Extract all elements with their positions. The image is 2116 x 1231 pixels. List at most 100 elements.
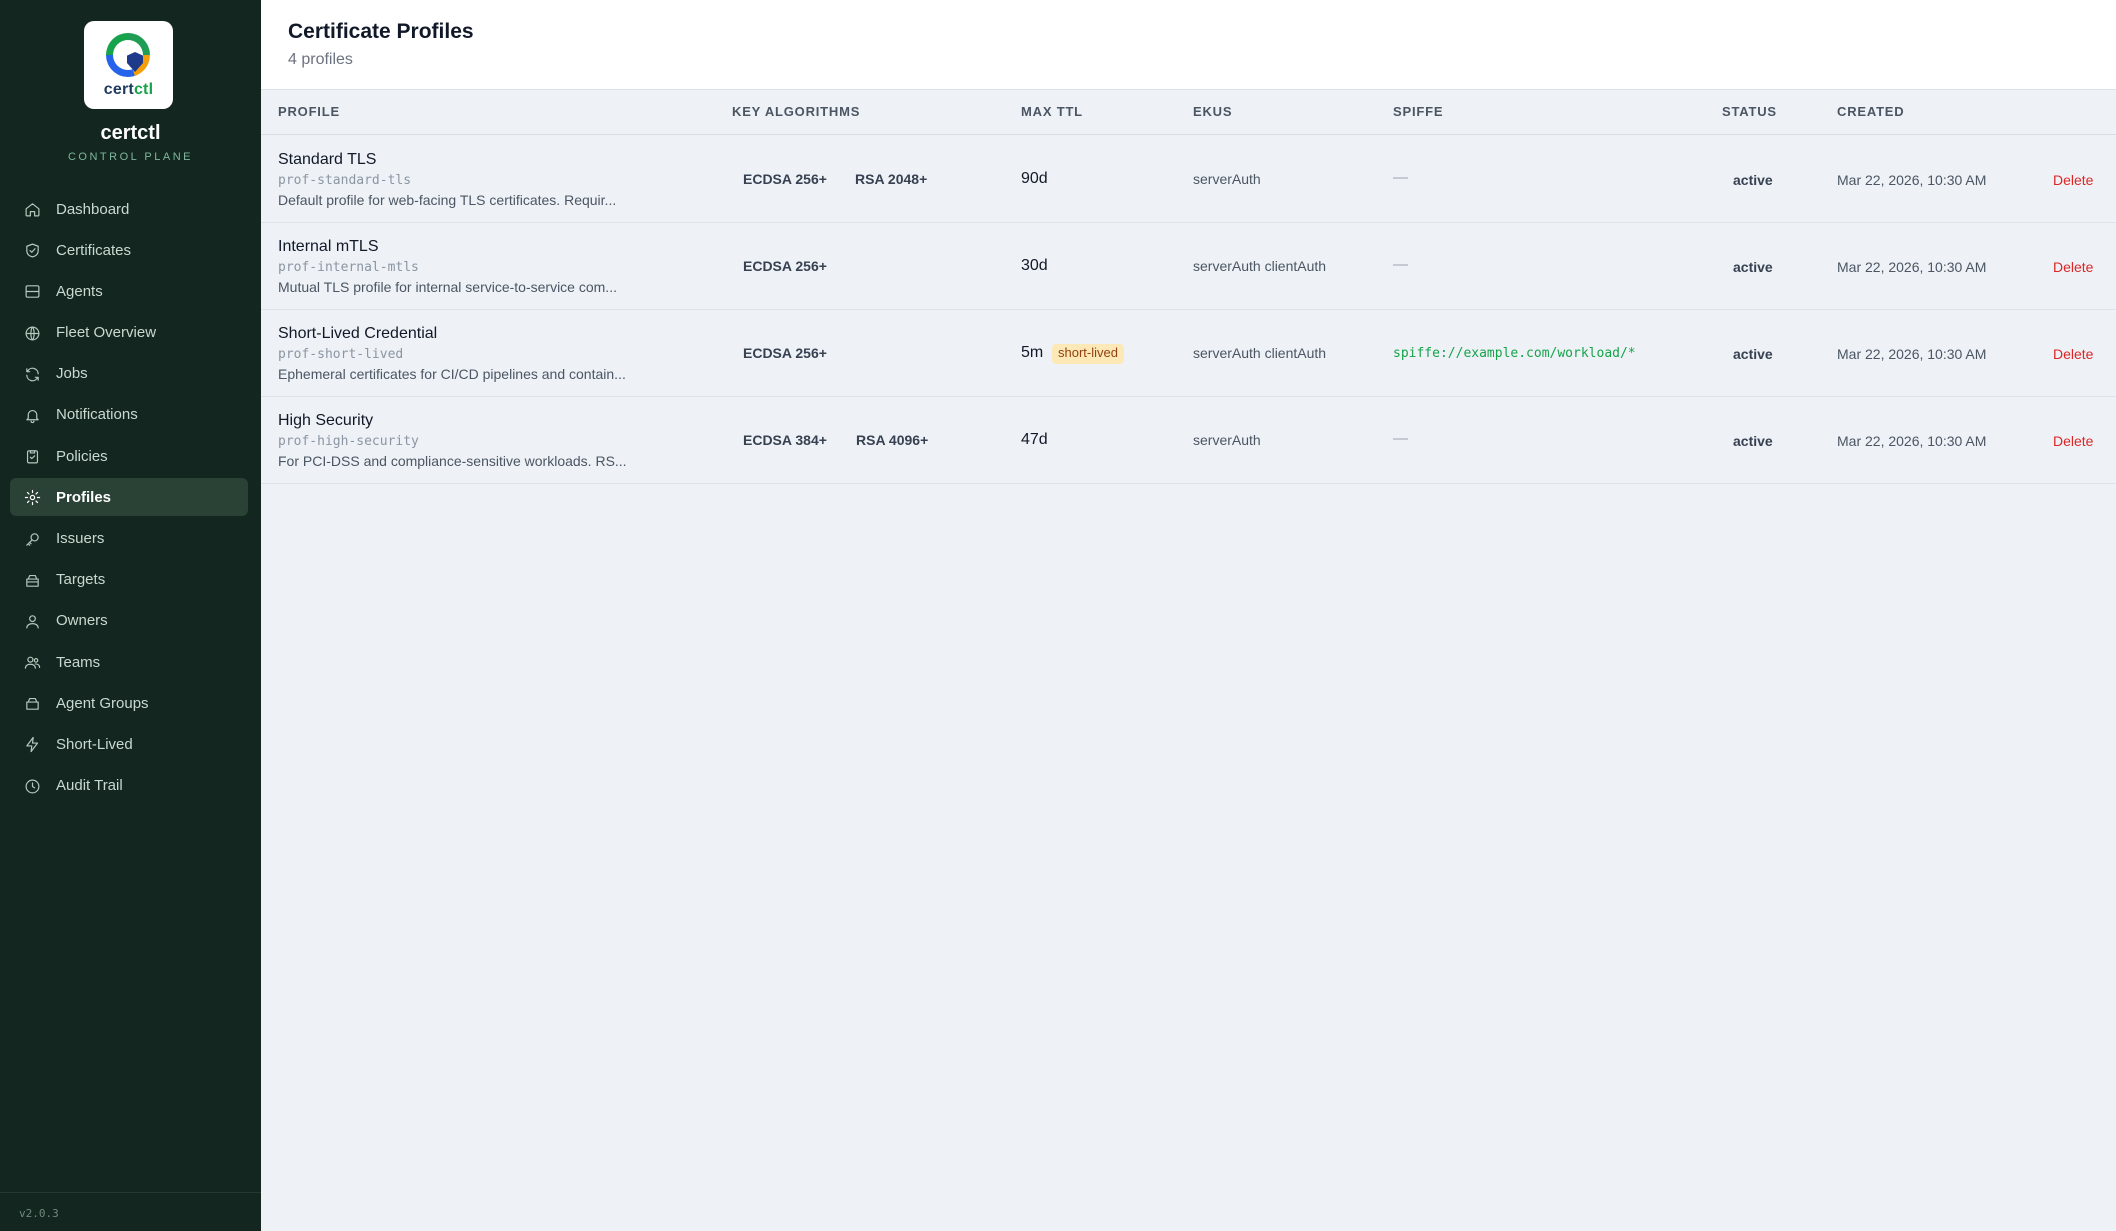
key-algorithm-tag: ECDSA 256+ <box>743 345 827 361</box>
profile-name[interactable]: Internal mTLS <box>278 238 378 256</box>
profile-description: For PCI-DSS and compliance-sensitive wor… <box>278 453 627 469</box>
column-header-created[interactable]: CREATED <box>1837 104 1904 119</box>
sidebar-item-jobs[interactable]: Jobs <box>10 355 248 393</box>
sidebar-item-label: Owners <box>56 612 108 630</box>
spiffe-id: spiffe://example.com/workload/* <box>1393 346 1636 361</box>
clock-icon <box>25 779 40 794</box>
shield-check-icon <box>26 243 39 258</box>
short-lived-badge: short-lived <box>1052 344 1124 364</box>
sidebar-item-label: Audit Trail <box>56 777 123 795</box>
sidebar-item-fleet-overview[interactable]: Fleet Overview <box>10 314 248 352</box>
sidebar-item-label: Notifications <box>56 406 138 424</box>
app-logo[interactable]: certctl <box>84 21 173 109</box>
ekus: serverAuth <box>1193 432 1261 448</box>
key-algorithm-tag: ECDSA 256+ <box>743 171 827 187</box>
profile-name[interactable]: Short-Lived Credential <box>278 325 437 343</box>
sidebar-item-audit-trail[interactable]: Audit Trail <box>10 767 248 805</box>
key-algorithm-tag: RSA 2048+ <box>855 171 928 187</box>
sidebar-item-profiles[interactable]: Profiles <box>10 478 248 517</box>
created-date: Mar 22, 2026, 10:30 AM <box>1837 346 1987 362</box>
main-content: Certificate Profiles 4 profiles PROFILE … <box>261 0 2116 1231</box>
sidebar-footer-divider <box>0 1192 261 1193</box>
sidebar-item-certificates[interactable]: Certificates <box>10 231 248 269</box>
spiffe-id: — <box>1393 169 1408 186</box>
profile-id: prof-short-lived <box>278 347 404 362</box>
delete-button[interactable]: Delete <box>2053 433 2093 449</box>
table-row[interactable]: High Security prof-high-security For PCI… <box>261 397 2116 484</box>
column-header-status[interactable]: STATUS <box>1722 104 1777 119</box>
sidebar-item-label: Dashboard <box>56 200 130 218</box>
table-row[interactable]: Standard TLS prof-standard-tls Default p… <box>261 136 2116 223</box>
profile-name[interactable]: Standard TLS <box>278 151 376 169</box>
profile-description: Mutual TLS profile for internal service-… <box>278 279 617 295</box>
sidebar-item-agent-groups[interactable]: Agent Groups <box>10 684 248 722</box>
users-icon <box>24 656 41 669</box>
column-header-max-ttl[interactable]: MAX TTL <box>1021 104 1083 119</box>
status-badge: active <box>1733 172 1773 188</box>
shield-icon <box>127 52 143 72</box>
column-header-profile[interactable]: PROFILE <box>278 104 340 119</box>
page-title: Certificate Profiles <box>288 20 474 43</box>
sidebar-nav: Dashboard Certificates Agents Fleet Over… <box>10 190 248 808</box>
column-header-key-algorithms[interactable]: KEY ALGORITHMS <box>732 104 860 119</box>
app-version: v2.0.3 <box>19 1207 59 1220</box>
delete-button[interactable]: Delete <box>2053 346 2093 362</box>
sidebar-item-label: Agents <box>56 282 103 300</box>
table-row[interactable]: Internal mTLS prof-internal-mtls Mutual … <box>261 223 2116 310</box>
max-ttl: 30d <box>1021 257 1048 274</box>
sidebar-item-dashboard[interactable]: Dashboard <box>10 190 248 228</box>
sidebar-item-issuers[interactable]: Issuers <box>10 520 248 558</box>
sidebar-item-teams[interactable]: Teams <box>10 643 248 681</box>
sidebar-item-label: Issuers <box>56 530 105 547</box>
max-ttl: 90d <box>1021 170 1048 187</box>
created-date: Mar 22, 2026, 10:30 AM <box>1837 259 1987 275</box>
sidebar-item-policies[interactable]: Policies <box>10 437 248 475</box>
logo-wordmark: certctl <box>103 81 154 98</box>
layers-icon <box>26 698 39 711</box>
max-ttl: 47d <box>1021 431 1048 448</box>
sidebar-item-owners[interactable]: Owners <box>10 602 248 640</box>
sidebar-item-label: Short-Lived <box>56 735 133 753</box>
profile-count: 4 profiles <box>288 51 353 68</box>
sidebar-item-label: Teams <box>56 653 101 671</box>
sidebar-item-label: Certificates <box>56 241 132 259</box>
sidebar-item-targets[interactable]: Targets <box>10 561 248 599</box>
spiffe-id: — <box>1393 430 1408 447</box>
profile-id: prof-internal-mtls <box>278 260 419 275</box>
gear-icon <box>24 490 41 506</box>
home-icon <box>25 203 40 217</box>
sidebar-item-agents[interactable]: Agents <box>10 272 248 310</box>
lightning-icon <box>26 737 39 753</box>
key-algorithm-tag: RSA 4096+ <box>856 432 929 448</box>
status-badge: active <box>1733 259 1773 275</box>
profile-id: prof-standard-tls <box>278 173 412 188</box>
profile-description: Ephemeral certificates for CI/CD pipelin… <box>278 366 626 382</box>
logo-ring-icon <box>106 33 150 77</box>
sidebar-item-notifications[interactable]: Notifications <box>10 396 248 434</box>
brand-subtitle: CONTROL PLANE <box>67 151 193 163</box>
table-row[interactable]: Short-Lived Credential prof-short-lived … <box>261 310 2116 397</box>
brand-name: certctl <box>100 122 161 144</box>
key-algorithm-tag: ECDSA 384+ <box>743 432 827 448</box>
clipboard-check-icon <box>26 450 39 464</box>
ekus: serverAuth <box>1193 171 1261 187</box>
ekus: serverAuth clientAuth <box>1193 258 1327 274</box>
box-icon <box>26 574 39 587</box>
delete-button[interactable]: Delete <box>2053 259 2093 275</box>
profile-id: prof-high-security <box>278 434 419 449</box>
max-ttl: 5m <box>1021 344 1044 361</box>
ekus: serverAuth clientAuth <box>1193 345 1327 361</box>
column-header-spiffe[interactable]: SPIFFE <box>1393 104 1443 119</box>
page-header: Certificate Profiles 4 profiles <box>261 0 2116 90</box>
column-header-ekus[interactable]: EKUS <box>1193 104 1232 119</box>
sidebar-item-label: Targets <box>56 571 106 589</box>
sidebar: certctl certctl CONTROL PLANE Dashboard … <box>0 0 261 1231</box>
sidebar-item-label: Agent Groups <box>56 694 149 712</box>
profile-description: Default profile for web-facing TLS certi… <box>278 192 617 208</box>
delete-button[interactable]: Delete <box>2053 172 2093 188</box>
profile-name[interactable]: High Security <box>278 412 373 430</box>
sidebar-item-short-lived[interactable]: Short-Lived <box>10 725 248 763</box>
refresh-icon <box>26 367 39 382</box>
sidebar-item-label: Policies <box>56 447 108 465</box>
user-icon <box>26 615 39 629</box>
